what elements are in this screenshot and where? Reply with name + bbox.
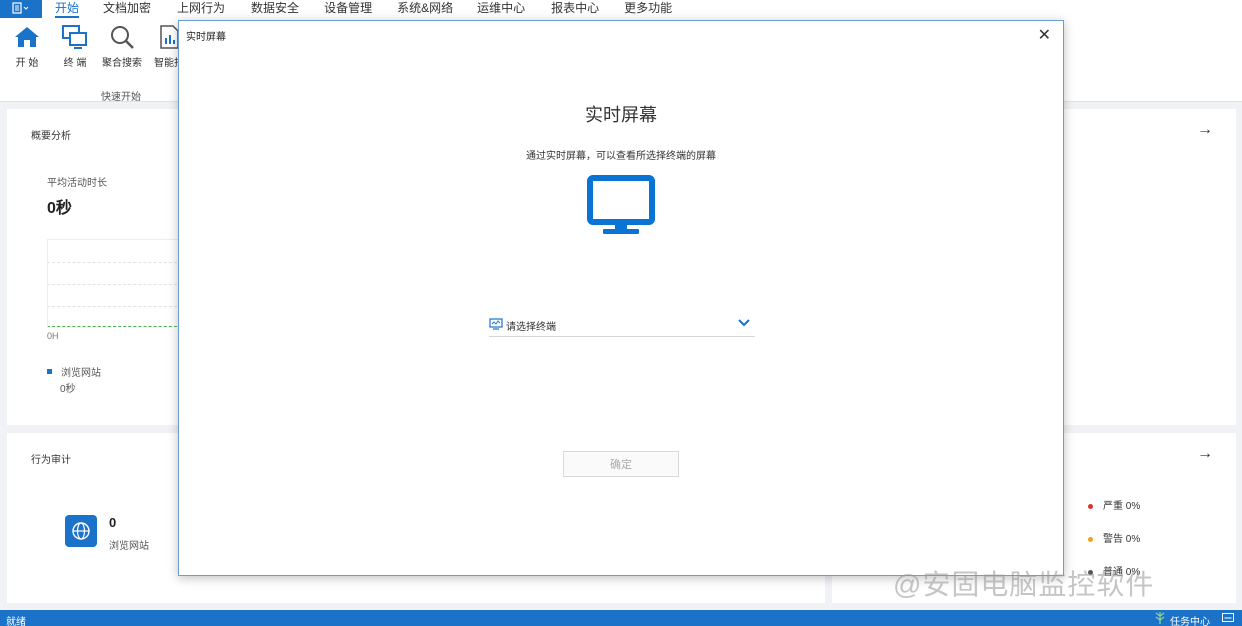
audit-title: 行为审计 xyxy=(31,455,71,466)
menu-item-start[interactable]: 开始 xyxy=(55,0,80,18)
menu-item-report-center[interactable]: 报表中心 xyxy=(551,0,599,18)
dialog-title: 实时屏幕 xyxy=(186,32,226,43)
menu-item-device-mgmt[interactable]: 设备管理 xyxy=(324,0,372,18)
avg-activity-value: 0秒 xyxy=(47,200,72,217)
menu-item-ops-center[interactable]: 运维中心 xyxy=(477,0,525,18)
overview-title: 概要分析 xyxy=(31,131,71,142)
dialog-heading: 实时屏幕 xyxy=(585,105,657,125)
chart-legend: 浏览网站 xyxy=(47,364,101,379)
avg-activity-label: 平均活动时长 xyxy=(47,178,107,189)
activity-chart xyxy=(47,239,182,328)
task-center-label[interactable]: 任务中心 xyxy=(1170,613,1210,626)
menu-item-data-security[interactable]: 数据安全 xyxy=(251,0,299,18)
ribbon-search-label: 聚合搜索 xyxy=(102,58,142,69)
home-icon xyxy=(4,22,50,52)
overview-arrow-icon[interactable]: → xyxy=(1197,121,1213,139)
ribbon-terminal-button[interactable]: 终 端 xyxy=(52,22,98,69)
alert-warning: 警告 0% xyxy=(1088,530,1140,545)
menu-item-more[interactable]: 更多功能 xyxy=(624,0,672,18)
ribbon-group-label: 快速开始 xyxy=(101,92,141,103)
chart-axis-label: 0H xyxy=(47,331,59,341)
watermark: @安固电脑监控软件 xyxy=(893,569,1155,600)
alert-warning-label: 警告 0% xyxy=(1103,534,1141,545)
monitor-icon xyxy=(587,175,655,240)
audit-count-label: 浏览网站 xyxy=(109,541,149,552)
ribbon-start-label: 开 始 xyxy=(15,58,39,69)
alert-severe-label: 严重 0% xyxy=(1103,501,1141,512)
globe-icon xyxy=(65,515,97,547)
terminal-icon xyxy=(52,22,98,52)
confirm-button[interactable]: 确定 xyxy=(563,451,679,477)
terminal-select-icon xyxy=(489,318,503,333)
warning-dot xyxy=(1088,536,1093,542)
chevron-down-icon[interactable] xyxy=(737,317,751,332)
ribbon-terminal-label: 终 端 xyxy=(63,58,87,69)
realtime-screen-dialog: 实时屏幕 ✕ 实时屏幕 通过实时屏幕，可以查看所选择终端的屏幕 请选择终端 确定 xyxy=(178,20,1064,576)
search-icon xyxy=(99,22,145,52)
alerts-arrow-icon[interactable]: → xyxy=(1197,445,1213,463)
terminal-select-placeholder: 请选择终端 xyxy=(506,322,556,333)
legend-label: 浏览网站 xyxy=(61,368,101,379)
legend-swatch xyxy=(47,369,52,374)
ribbon-start-button[interactable]: 开 始 xyxy=(4,22,50,69)
legend-value: 0秒 xyxy=(60,384,76,395)
severe-dot xyxy=(1088,503,1093,509)
ribbon-search-button[interactable]: 聚合搜索 xyxy=(99,22,145,69)
status-text: 就绪 xyxy=(6,617,26,626)
document-menu-icon xyxy=(12,1,30,17)
menu-item-doc-encrypt[interactable]: 文档加密 xyxy=(103,0,151,18)
app-menu-button[interactable] xyxy=(0,0,42,18)
menu-item-web-behavior[interactable]: 上网行为 xyxy=(177,0,225,18)
close-icon[interactable]: ✕ xyxy=(1038,25,1051,45)
task-center-icon xyxy=(1154,611,1166,626)
dialog-description: 通过实时屏幕，可以查看所选择终端的屏幕 xyxy=(526,151,716,162)
menu-bar: 开始 文档加密 上网行为 数据安全 设备管理 系统&网络 运维中心 报表中心 更… xyxy=(0,0,1242,18)
status-bar: 就绪 任务中心 xyxy=(0,610,1242,626)
menu-item-system-network[interactable]: 系统&网络 xyxy=(397,0,453,18)
message-icon[interactable] xyxy=(1222,613,1234,626)
audit-count: 0 xyxy=(109,515,117,530)
terminal-select[interactable]: 请选择终端 xyxy=(489,315,755,337)
alert-severe: 严重 0% xyxy=(1088,497,1140,512)
